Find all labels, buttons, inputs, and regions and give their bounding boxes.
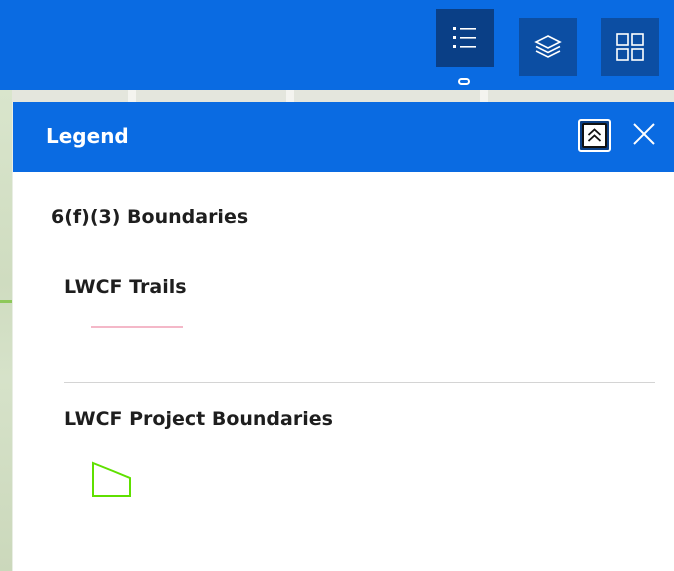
close-panel-button[interactable] <box>627 119 661 153</box>
map-feature-line <box>0 300 12 303</box>
legend-panel: Legend 6(f)(3) Boundaries LWCF Trails LW… <box>13 102 674 571</box>
app-root: Legend 6(f)(3) Boundaries LWCF Trails LW… <box>0 0 674 571</box>
map-left-edge <box>0 90 12 571</box>
legend-group-title: 6(f)(3) Boundaries <box>51 206 249 228</box>
collapse-panel-button[interactable] <box>578 119 611 152</box>
panel-title: Legend <box>46 124 129 148</box>
layer-list-button[interactable] <box>519 18 577 76</box>
map-road <box>128 90 136 102</box>
boundary-polygon-symbol <box>90 460 132 502</box>
legend-divider <box>64 382 655 383</box>
trail-line-symbol <box>91 326 183 328</box>
basemap-gallery-icon <box>615 32 645 62</box>
legend-layer-title: LWCF Project Boundaries <box>64 408 333 430</box>
legend-panel-header: Legend <box>13 102 674 172</box>
close-icon <box>631 121 657 151</box>
legend-button[interactable] <box>436 9 494 67</box>
legend-layer-title: LWCF Trails <box>64 276 187 298</box>
map-road <box>286 90 294 102</box>
active-tool-indicator <box>458 78 470 85</box>
map-top-strip <box>0 90 674 102</box>
layers-icon <box>532 31 564 63</box>
map-road <box>480 90 488 102</box>
basemap-gallery-button[interactable] <box>601 18 659 76</box>
double-chevron-up-icon <box>582 123 607 148</box>
top-toolbar <box>0 0 674 90</box>
legend-list-icon <box>450 25 480 51</box>
